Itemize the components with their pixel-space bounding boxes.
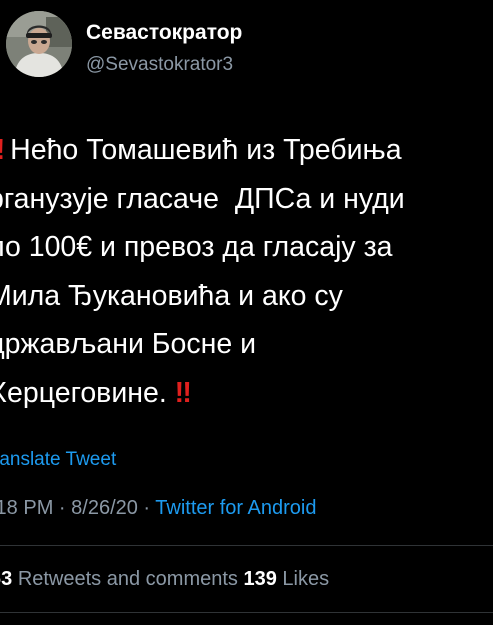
double-exclamation-icon: ‼ bbox=[174, 376, 192, 409]
meta-separator: · bbox=[137, 497, 156, 519]
tweet-line-4: Мила Ђукановића и ако су bbox=[0, 279, 343, 312]
tweet-line-1: ‼ Нећо Томашевић из Требиња bbox=[0, 126, 493, 175]
tweet-line-6-text: Херцеговине. bbox=[0, 376, 175, 409]
tweet-line-3: ло 100€ и превоз да гласају за bbox=[0, 231, 393, 263]
likes-count: 139 bbox=[243, 568, 277, 590]
retweets-label: Retweets and comments bbox=[17, 568, 238, 590]
retweets-stat[interactable]: 63 Retweets and comments bbox=[0, 568, 238, 590]
divider bbox=[0, 545, 493, 546]
tweet-line-2: рганузује гласаче ДПСа и нуди bbox=[0, 182, 405, 215]
author-display-name[interactable]: Севастократор bbox=[86, 21, 242, 45]
translate-tweet-link[interactable]: ranslate Tweet bbox=[0, 449, 116, 471]
tweet-line-1-text: Нећо Томашевић из Требиња bbox=[2, 134, 402, 166]
tweet-line-6: Херцеговине. ‼ bbox=[0, 369, 493, 418]
author-handle[interactable]: @Sevastokrator3 bbox=[86, 54, 233, 76]
avatar[interactable] bbox=[6, 11, 72, 77]
tweet-stats: 63 Retweets and comments 139 Likes bbox=[0, 568, 329, 591]
retweets-count: 63 bbox=[0, 568, 13, 590]
tweet-date[interactable]: 8/26/20 bbox=[71, 497, 138, 519]
meta-separator: · bbox=[53, 497, 72, 519]
tweet-time: :18 PM bbox=[0, 497, 54, 519]
tweet-line-5: држављани Босне и bbox=[0, 328, 257, 360]
tweet-body: ‼ Нећо Томашевић из Требиња рганузује гл… bbox=[0, 126, 493, 417]
tweet-meta: :18 PM · 8/26/20 · Twitter for Android bbox=[0, 497, 316, 520]
profile-photo-icon bbox=[6, 11, 72, 77]
divider bbox=[0, 612, 493, 613]
likes-label: Likes bbox=[282, 568, 330, 590]
tweet-source-link[interactable]: Twitter for Android bbox=[155, 497, 316, 519]
likes-stat[interactable]: 139 Likes bbox=[243, 568, 329, 590]
